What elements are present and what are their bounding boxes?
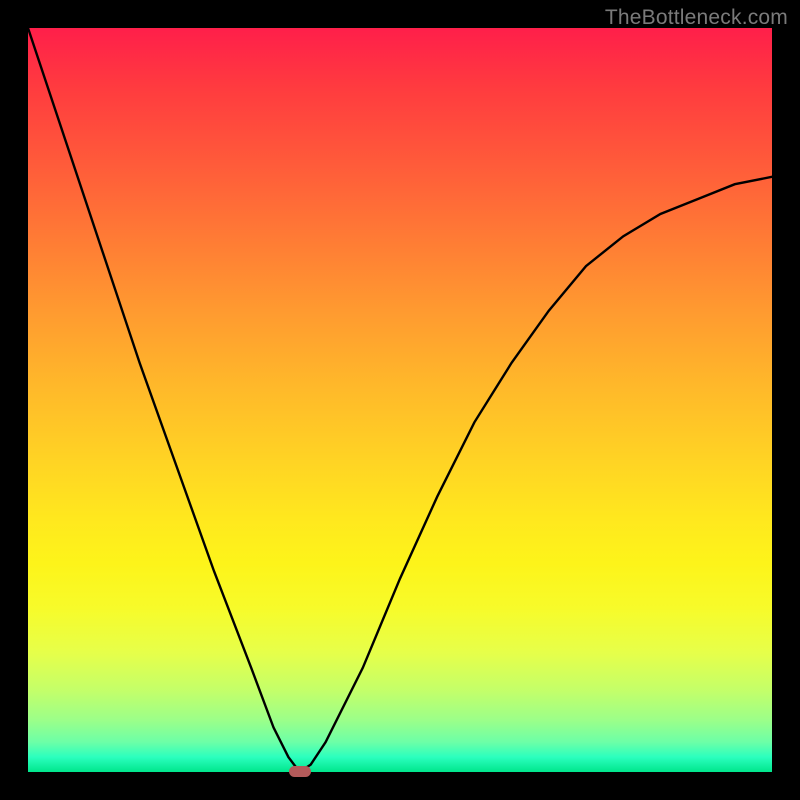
optimal-marker — [289, 766, 311, 777]
bottleneck-curve — [28, 28, 772, 772]
chart-plot-area — [28, 28, 772, 772]
watermark-text: TheBottleneck.com — [605, 6, 788, 30]
